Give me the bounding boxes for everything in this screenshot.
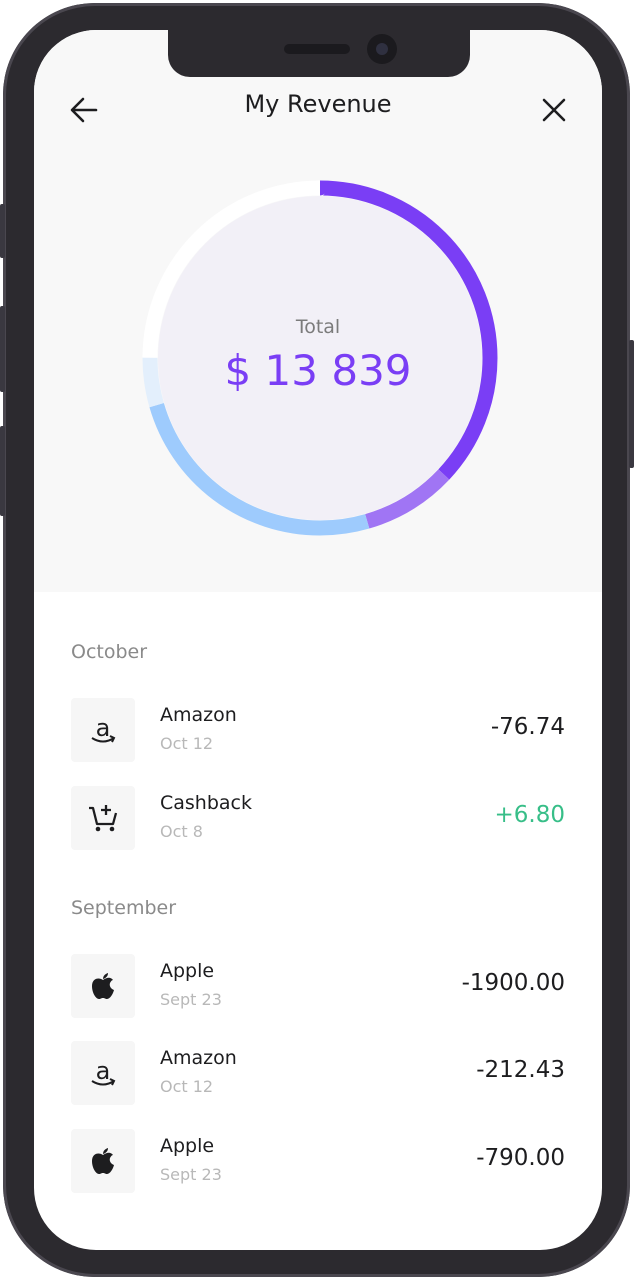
transaction-name: Amazon (160, 704, 237, 726)
cart-plus-icon (71, 786, 135, 850)
transaction-date: Sept 23 (160, 1165, 222, 1184)
close-icon (542, 98, 566, 122)
transaction-date: Oct 8 (160, 822, 203, 841)
apple-icon (71, 954, 135, 1018)
transaction-name: Apple (160, 960, 215, 982)
page-title: My Revenue (244, 90, 392, 118)
transaction-row[interactable]: Cashback Oct 8 +6.80 (71, 786, 565, 850)
transaction-amount: -790.00 (476, 1145, 565, 1171)
power-button (629, 340, 634, 468)
svg-text:a: a (96, 714, 111, 742)
notch (168, 30, 470, 77)
transaction-row[interactable]: a Amazon Oct 12 -212.43 (71, 1041, 565, 1105)
total-value: $ 13 839 (224, 346, 412, 395)
volume-down-button (0, 426, 5, 516)
transaction-amount: -76.74 (490, 714, 565, 740)
transaction-amount: -212.43 (476, 1057, 565, 1083)
close-button[interactable] (536, 92, 572, 128)
transaction-date: Oct 12 (160, 734, 214, 753)
transaction-name: Apple (160, 1135, 215, 1157)
transaction-name: Amazon (160, 1047, 237, 1069)
section-label-october: October (71, 641, 148, 663)
amazon-icon: a (71, 1041, 135, 1105)
transaction-name: Cashback (160, 792, 253, 814)
speaker (284, 44, 350, 54)
transaction-amount: +6.80 (494, 802, 565, 828)
amazon-icon: a (71, 698, 135, 762)
camera (367, 34, 397, 64)
volume-up-button (0, 306, 5, 392)
section-label-september: September (71, 897, 177, 919)
transaction-row[interactable]: a Amazon Oct 12 -76.74 (71, 698, 565, 762)
screen: My Revenue Total $ 13 839 October a Amaz… (34, 30, 602, 1250)
transaction-date: Oct 12 (160, 1077, 214, 1096)
summary-panel: My Revenue Total $ 13 839 (34, 30, 602, 592)
side-button (0, 204, 5, 258)
apple-icon (71, 1129, 135, 1193)
transaction-date: Sept 23 (160, 990, 222, 1009)
total-label: Total (295, 316, 341, 338)
transaction-amount: -1900.00 (461, 970, 565, 996)
transaction-row[interactable]: Apple Sept 23 -1900.00 (71, 954, 565, 1018)
svg-text:a: a (96, 1057, 111, 1085)
transaction-row[interactable]: Apple Sept 23 -790.00 (71, 1129, 565, 1193)
